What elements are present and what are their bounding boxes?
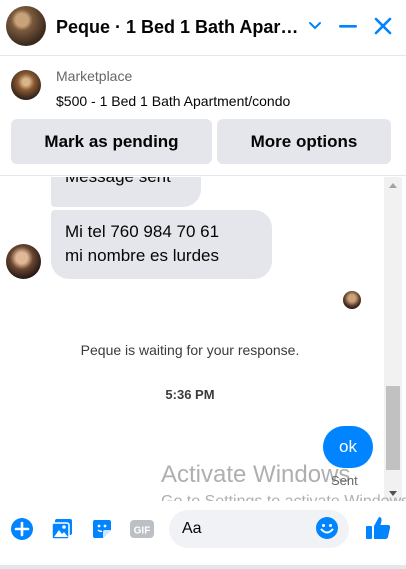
scrollbar-thumb[interactable] (386, 386, 400, 470)
listing-thumbnail[interactable] (11, 70, 41, 100)
photo-icon[interactable] (49, 516, 75, 542)
window-bottom-border (0, 565, 406, 569)
close-icon[interactable] (369, 12, 397, 40)
incoming-message-bubble[interactable]: Message sent (51, 177, 201, 207)
gif-icon[interactable]: GIF (129, 516, 155, 542)
thumbs-up-icon[interactable] (364, 514, 392, 542)
message-input-placeholder: Aa (182, 520, 202, 537)
chevron-down-icon[interactable] (301, 12, 329, 40)
contact-avatar[interactable] (6, 6, 46, 46)
seen-indicator-avatar (343, 291, 361, 309)
listing-title[interactable]: $500 - 1 Bed 1 Bath Apartment/condo (56, 93, 290, 109)
emoji-icon[interactable] (315, 516, 339, 540)
scroll-up-arrow-icon[interactable] (384, 177, 402, 193)
sticker-icon[interactable] (89, 516, 115, 542)
message-input[interactable]: Aa (169, 510, 349, 548)
minimize-icon[interactable] (334, 12, 362, 40)
chat-title[interactable]: Peque · 1 Bed 1 Bath Apartment/condo (56, 17, 300, 38)
gif-label: GIF (134, 526, 151, 537)
more-options-button[interactable]: More options (217, 119, 391, 164)
sender-avatar (6, 244, 41, 279)
plus-icon[interactable] (9, 516, 35, 542)
mark-as-pending-button[interactable]: Mark as pending (11, 119, 212, 164)
marketplace-label: Marketplace (56, 68, 133, 84)
message-thread[interactable]: Message sent Mi tel 760 984 70 61 mi nom… (0, 177, 406, 501)
scrollbar[interactable] (384, 177, 402, 501)
marketplace-card: Marketplace $500 - 1 Bed 1 Bath Apartmen… (0, 57, 406, 176)
message-composer: GIF Aa (0, 501, 406, 557)
activation-watermark-title: Activate Windows (161, 461, 351, 488)
waiting-notice: Peque is waiting for your response. (80, 342, 300, 358)
incoming-message-bubble[interactable]: Mi tel 760 984 70 61 mi nombre es lurdes (51, 210, 272, 279)
message-timestamp: 5:36 PM (165, 387, 215, 402)
chat-header: Peque · 1 Bed 1 Bath Apartment/condo (0, 0, 406, 56)
